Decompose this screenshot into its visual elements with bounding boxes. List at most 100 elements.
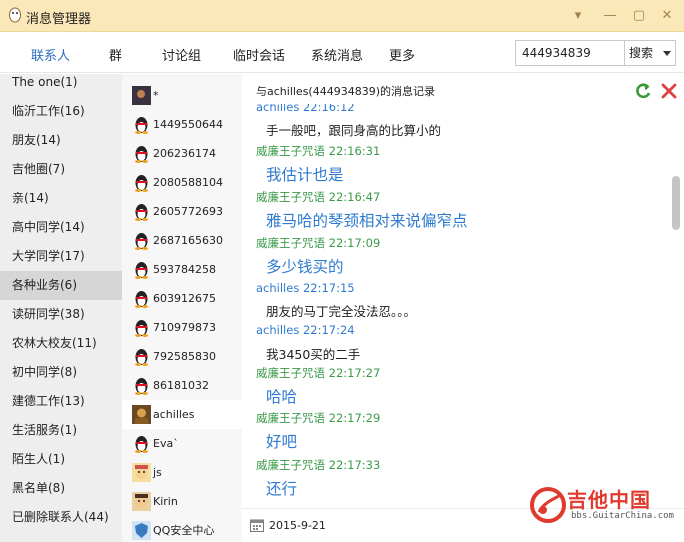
- contact-name: js: [153, 466, 162, 479]
- contact-item[interactable]: js: [122, 458, 242, 487]
- group-item[interactable]: 临沂工作(16): [0, 97, 122, 126]
- contact-item[interactable]: 2080588104: [122, 168, 242, 197]
- message-text: 我3450买的二手: [266, 347, 361, 362]
- group-item[interactable]: 吉他圈(7): [0, 155, 122, 184]
- contact-item[interactable]: 593784258: [122, 255, 242, 284]
- contact-name: Eva`: [153, 437, 179, 450]
- tab-discussion[interactable]: 讨论组: [162, 45, 201, 64]
- contact-name: 593784258: [153, 263, 216, 276]
- tab-groups[interactable]: 群: [109, 45, 122, 64]
- date-label: 2015-9-21: [269, 519, 326, 532]
- message-text: 多少钱买的: [266, 258, 344, 276]
- delete-icon[interactable]: [660, 82, 678, 100]
- message-text: 我估计也是: [266, 166, 344, 184]
- contact-item[interactable]: 792585830: [122, 342, 242, 371]
- contact-list: * 1449550644 206236174 2080588104 260577…: [122, 74, 242, 542]
- qq-penguin-icon: [135, 204, 148, 221]
- group-item[interactable]: The one(1): [0, 74, 122, 97]
- tab-system-messages[interactable]: 系统消息: [311, 45, 363, 64]
- message-sender-time: 威廉王子咒语 22:16:31: [256, 144, 381, 158]
- guitar-logo-icon: [530, 487, 566, 523]
- search-type-select[interactable]: 搜索: [624, 40, 676, 66]
- qq-penguin-icon: [9, 7, 21, 23]
- contact-item[interactable]: 1449550644: [122, 110, 242, 139]
- message-text: 还行: [266, 480, 298, 498]
- calendar-icon[interactable]: [250, 518, 264, 532]
- group-item[interactable]: 亲(14): [0, 184, 122, 213]
- group-item[interactable]: 农林大校友(11): [0, 329, 122, 358]
- message-text: 雅马哈的琴颈相对来说偏窄点: [266, 212, 468, 230]
- message-sender-time: 威廉王子咒语 22:17:27: [256, 366, 381, 380]
- contact-name: 2687165630: [153, 234, 223, 247]
- message-sender-time: achilles 22:16:12: [256, 104, 355, 114]
- group-item[interactable]: 已删除联系人(44): [0, 503, 122, 532]
- watermark-url: bbs.GuitarChina.com: [571, 511, 674, 521]
- contact-item[interactable]: 2687165630: [122, 226, 242, 255]
- contact-item[interactable]: 2605772693: [122, 197, 242, 226]
- contact-name: QQ安全中心: [153, 524, 215, 537]
- contact-item[interactable]: 206236174: [122, 139, 242, 168]
- message-sender-time: achilles 22:17:24: [256, 323, 355, 337]
- chevron-down-icon: [663, 51, 671, 56]
- group-item-selected[interactable]: 各种业务(6): [0, 271, 122, 300]
- group-item[interactable]: 读研同学(38): [0, 300, 122, 329]
- title-bar: 消息管理器 ▾ — ▢ ✕: [0, 0, 684, 32]
- group-item[interactable]: 陌生人(1): [0, 445, 122, 474]
- message-scrollbar[interactable]: [670, 104, 684, 506]
- scrollbar-thumb[interactable]: [672, 176, 680, 230]
- contact-name: achilles: [153, 408, 195, 421]
- qq-penguin-icon: [135, 291, 148, 308]
- group-item[interactable]: 朋友(14): [0, 126, 122, 155]
- contact-item[interactable]: Eva`: [122, 429, 242, 458]
- contact-item-selected[interactable]: achilles: [122, 400, 242, 429]
- group-item[interactable]: 初中同学(8): [0, 358, 122, 387]
- contact-item[interactable]: *: [122, 81, 242, 110]
- message-sender-time: 威廉王子咒语 22:16:47: [256, 190, 381, 204]
- tab-contacts[interactable]: 联系人: [31, 45, 70, 64]
- contact-name: 2080588104: [153, 176, 223, 189]
- refresh-icon[interactable]: [634, 82, 652, 100]
- close-button[interactable]: ✕: [657, 6, 677, 26]
- message-panel: 与achilles(444934839)的消息记录 achilles 22:16…: [242, 74, 684, 542]
- message-text: 朋友的马丁完全没法忍。。。: [266, 304, 417, 319]
- message-text: 哈哈: [266, 388, 298, 406]
- photo-avatar: [132, 405, 151, 424]
- group-item[interactable]: 大学同学(17): [0, 242, 122, 271]
- search-type-label: 搜索: [629, 46, 654, 60]
- qq-penguin-icon: [135, 436, 148, 453]
- window-title: 消息管理器: [26, 12, 92, 27]
- dropdown-menu-button[interactable]: ▾: [568, 6, 588, 26]
- tab-more[interactable]: 更多: [389, 45, 415, 64]
- qq-penguin-icon: [135, 378, 148, 395]
- message-sender-time: 威廉王子咒语 22:17:33: [256, 458, 381, 472]
- group-item[interactable]: 建德工作(13): [0, 387, 122, 416]
- group-item[interactable]: 生活服务(1): [0, 416, 122, 445]
- photo-avatar: [132, 86, 151, 105]
- minimize-button[interactable]: —: [600, 6, 620, 26]
- maximize-button[interactable]: ▢: [629, 6, 649, 26]
- cartoon-avatar: [132, 463, 151, 482]
- contact-name: 710979873: [153, 321, 216, 334]
- contact-name: 792585830: [153, 350, 216, 363]
- qq-penguin-icon: [135, 146, 148, 163]
- contact-item[interactable]: 603912675: [122, 284, 242, 313]
- group-item[interactable]: 黑名单(8): [0, 474, 122, 503]
- shield-avatar: [132, 521, 151, 540]
- contact-item[interactable]: 710979873: [122, 313, 242, 342]
- tab-temp-session[interactable]: 临时会话: [233, 45, 285, 64]
- qq-penguin-icon: [135, 175, 148, 192]
- contact-item[interactable]: 86181032: [122, 371, 242, 400]
- contact-item[interactable]: Kirin: [122, 487, 242, 516]
- contact-name: *: [153, 89, 159, 102]
- message-history-title: 与achilles(444934839)的消息记录: [256, 85, 435, 98]
- message-header: 与achilles(444934839)的消息记录: [242, 74, 684, 104]
- message-list: achilles 22:16:12 手一般吧，跟同身高的比算小的 威廉王子咒语 …: [242, 104, 668, 506]
- search-input[interactable]: [515, 40, 625, 66]
- site-watermark: 吉他中国 bbs.GuitarChina.com: [527, 484, 677, 528]
- tab-bar: 联系人 群 讨论组 临时会话 系统消息 更多 搜索: [0, 33, 684, 73]
- contact-name: Kirin: [153, 495, 178, 508]
- group-item[interactable]: 高中同学(14): [0, 213, 122, 242]
- contact-name: 86181032: [153, 379, 209, 392]
- contact-item[interactable]: QQ安全中心: [122, 516, 242, 542]
- watermark-text: 吉他中国: [567, 488, 651, 512]
